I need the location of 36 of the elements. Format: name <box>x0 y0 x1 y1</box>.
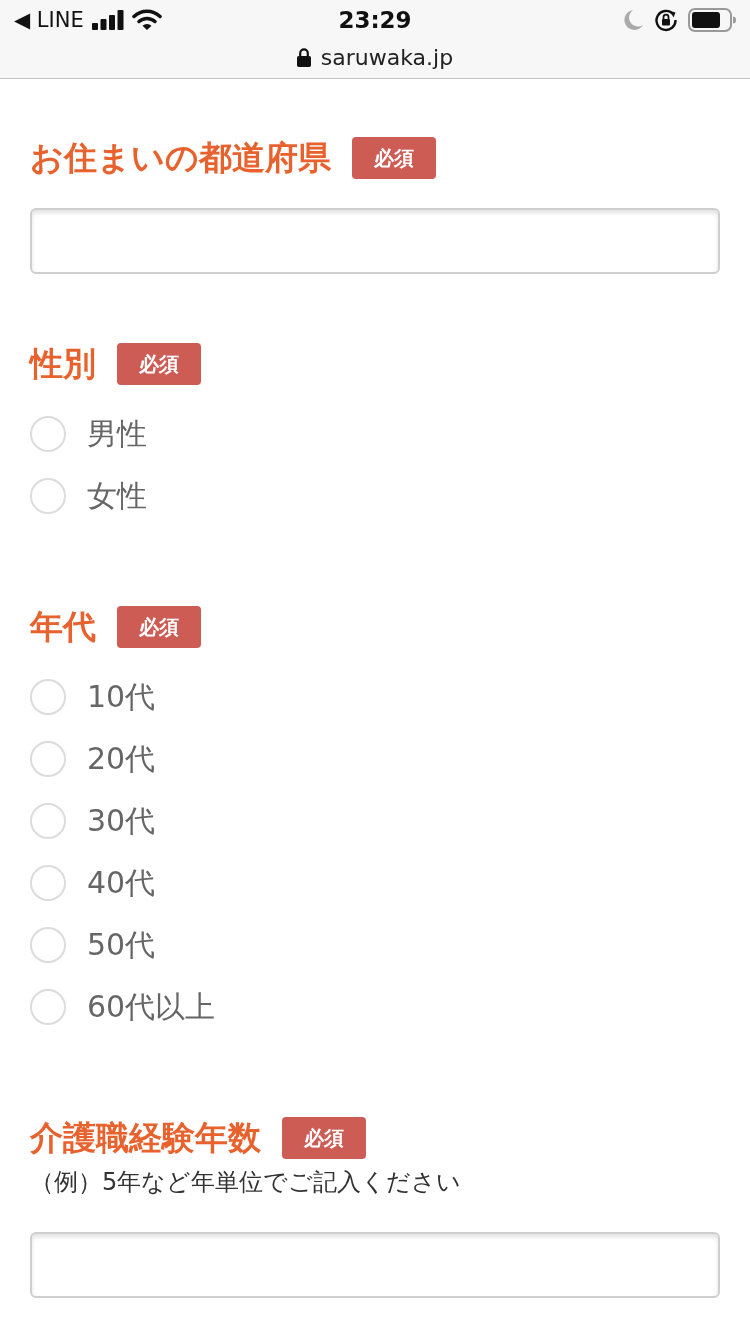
required-badge: 必須 <box>352 137 436 179</box>
text-input-field[interactable] <box>30 1232 720 1298</box>
signal-bars-icon <box>91 10 124 30</box>
radio-option[interactable]: 50代 <box>30 914 156 976</box>
radio-button[interactable] <box>30 927 66 963</box>
page-url[interactable]: saruwaka.jp <box>320 44 454 70</box>
lock-icon <box>296 47 311 67</box>
radio-option[interactable]: 女性 <box>30 465 147 527</box>
required-badge: 必須 <box>117 343 201 385</box>
battery-icon <box>688 8 736 32</box>
moon-icon <box>624 9 644 31</box>
radio-button[interactable] <box>30 679 66 715</box>
required-badge: 必須 <box>282 1117 366 1159</box>
radio-option[interactable]: 60代以上 <box>30 976 216 1038</box>
clock-time: 23:29 <box>338 7 412 33</box>
radio-option[interactable]: 10代 <box>30 666 156 728</box>
radio-option[interactable]: 20代 <box>30 728 156 790</box>
radio-option[interactable]: 男性 <box>30 403 147 465</box>
radio-button[interactable] <box>30 416 66 452</box>
required-badge: 必須 <box>117 606 201 648</box>
wifi-icon <box>131 9 162 31</box>
rotation-lock-icon <box>654 8 678 32</box>
radio-option[interactable]: 40代 <box>30 852 156 914</box>
radio-button[interactable] <box>30 865 66 901</box>
field-hint: （例）5年など年単位でご記入ください <box>30 1167 463 1198</box>
radio-button[interactable] <box>30 741 66 777</box>
text-input-field[interactable] <box>30 208 720 274</box>
radio-button[interactable] <box>30 989 66 1025</box>
field-label: 性別 <box>30 343 96 385</box>
back-link[interactable]: ◀ LINE <box>14 8 84 32</box>
field-label: 介護職経験年数 <box>30 1117 261 1159</box>
radio-button[interactable] <box>30 803 66 839</box>
field-label: お住まいの都道府県 <box>30 137 331 179</box>
field-label: 年代 <box>30 606 96 648</box>
radio-option[interactable]: 30代 <box>30 790 156 852</box>
radio-button[interactable] <box>30 478 66 514</box>
